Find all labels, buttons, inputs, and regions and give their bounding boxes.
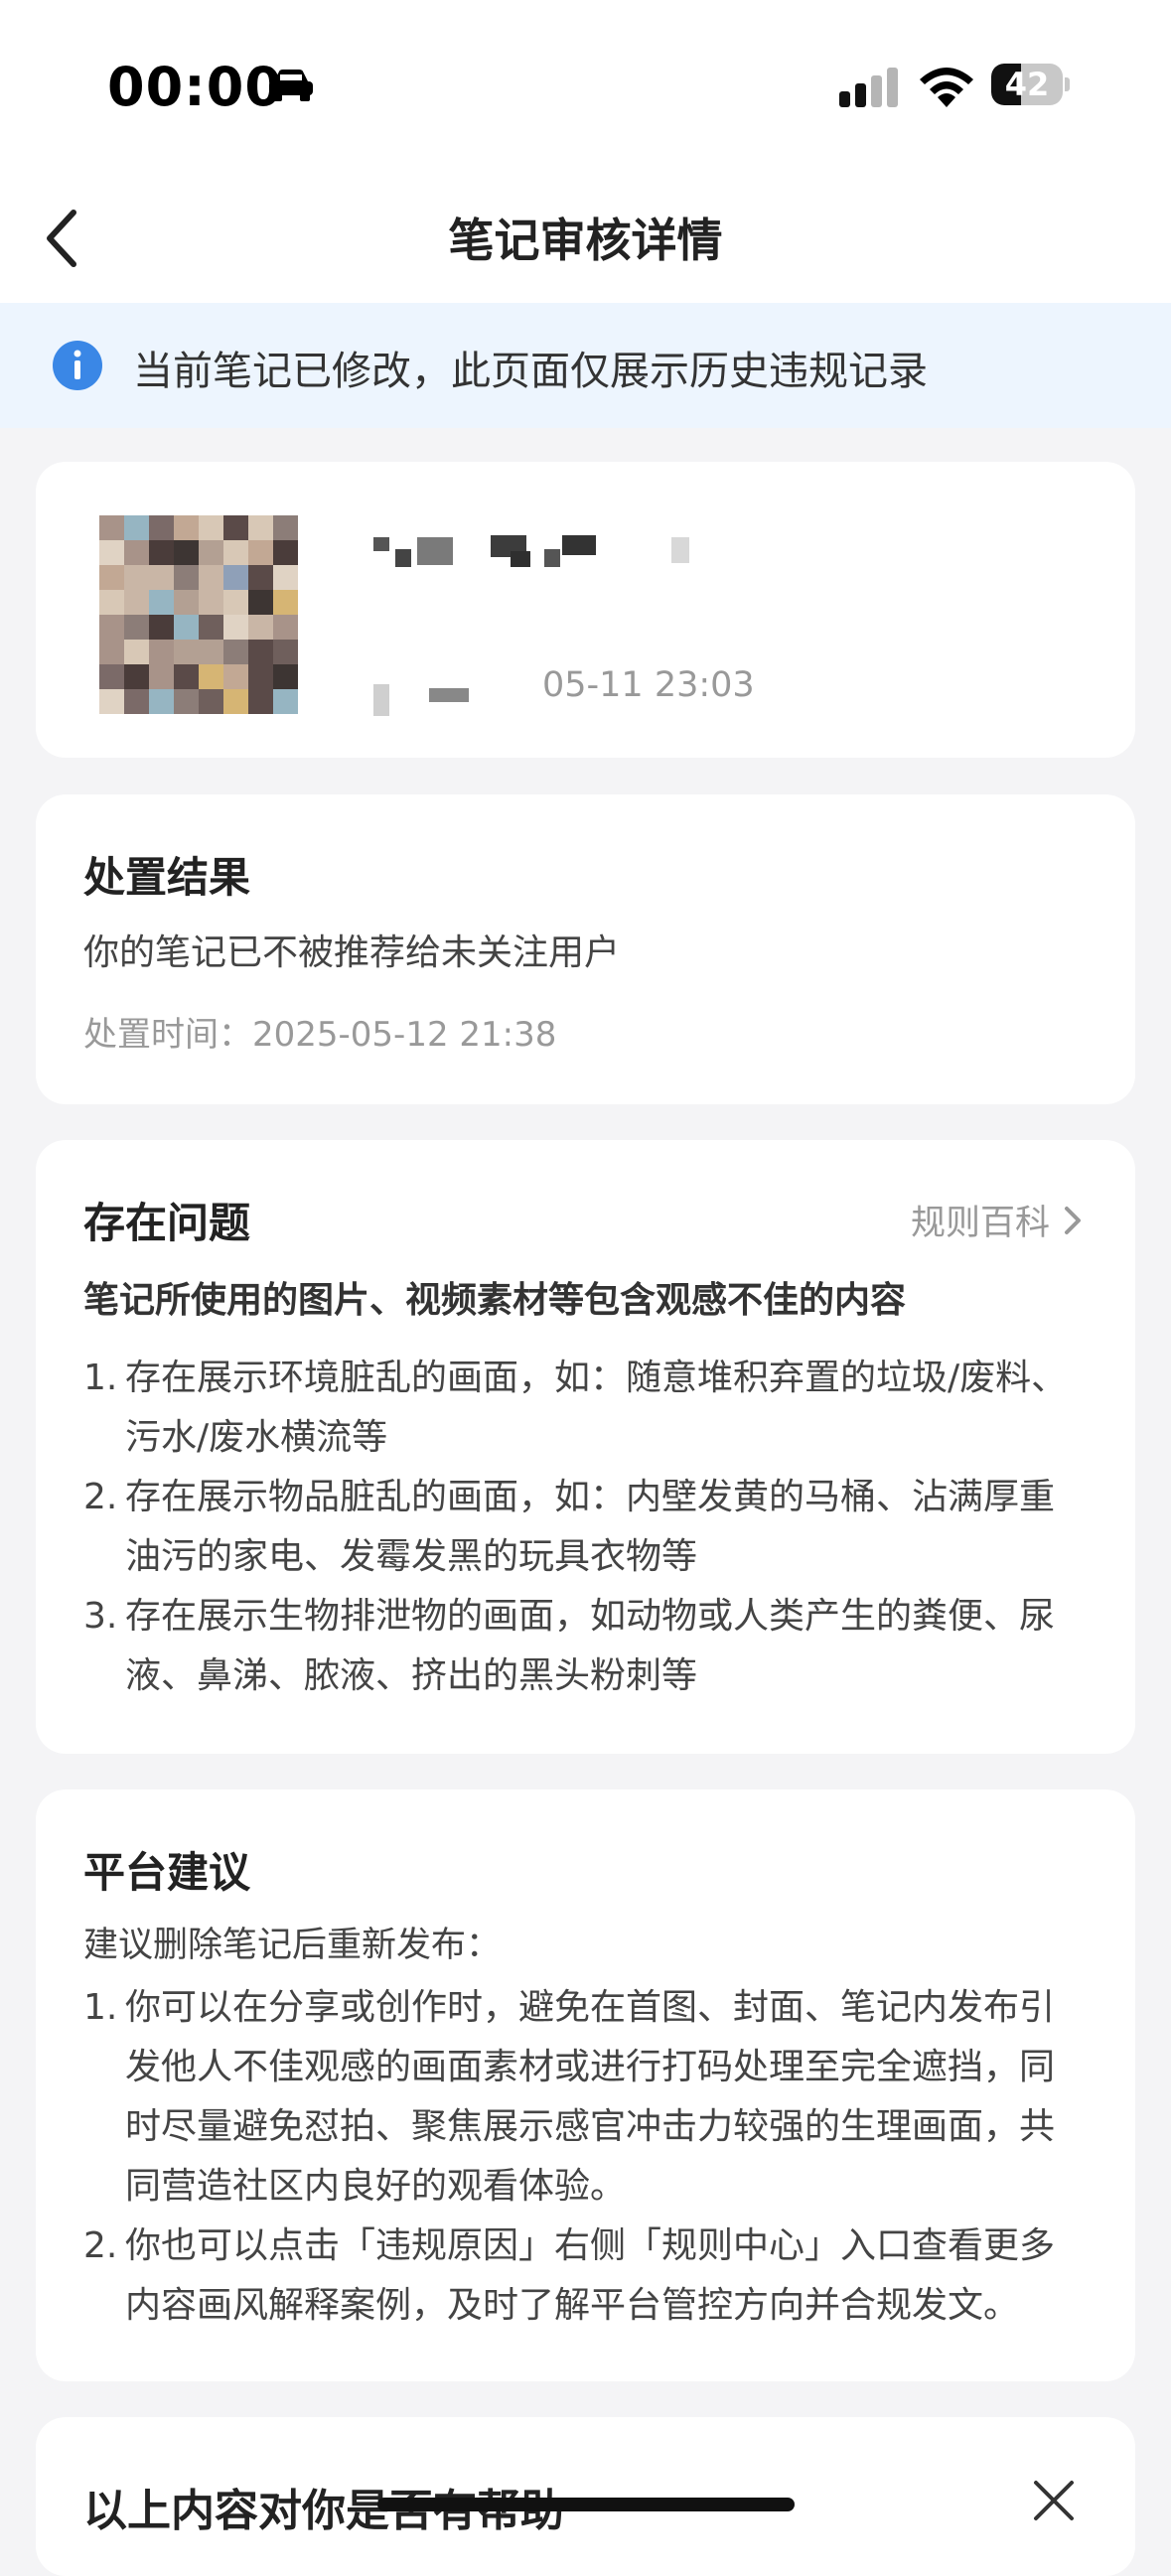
issue-card: 存在问题 规则百科 笔记所使用的图片、视频素材等包含观感不佳的内容 1. 存在展示… (36, 1140, 1135, 1754)
result-text: 你的笔记已不被推荐给未关注用户 (83, 932, 621, 973)
result-time-value: 2025-05-12 21:38 (252, 1015, 557, 1055)
result-title: 处置结果 (83, 853, 251, 902)
chevron-right-icon (1065, 1206, 1081, 1234)
close-button[interactable] (1030, 2477, 1078, 2524)
issue-title: 存在问题 (83, 1199, 251, 1247)
battery-percent: 42 (1004, 66, 1050, 103)
notice-text: 当前笔记已修改，此页面仅展示历史违规记录 (133, 349, 928, 394)
page-title: 笔记审核详情 (448, 214, 723, 267)
advice-card: 平台建议 建议删除笔记后重新发布： 1. 你可以在分享或创作时，避免在首图、封面、… (36, 1789, 1135, 2381)
nav-bar: 笔记审核详情 (0, 169, 1171, 303)
feedback-card: 以上内容对你是否有帮助 (36, 2417, 1135, 2576)
cellular-signal-icon (839, 68, 898, 107)
status-time: 00:00 (107, 56, 283, 118)
result-card: 处置结果 你的笔记已不被推荐给未关注用户 处置时间：2025-05-12 21:… (36, 794, 1135, 1104)
advice-item: 2. 你也可以点击「违规原因」右侧「规则中心」入口查看更多内容画风解释案例，及时了… (83, 2225, 1056, 2326)
advice-title: 平台建议 (83, 1848, 251, 1897)
rules-wiki-label: 规则百科 (910, 1204, 1050, 1243)
issue-item: 1. 存在展示环境脏乱的画面，如：随意堆积弃置的垃圾/废料、污水/废水横流等 (83, 1358, 1068, 1458)
wifi-icon (920, 68, 973, 107)
advice-item: 1. 你可以在分享或创作时，避免在首图、封面、笔记内发布引发他人不佳观感的画面素材… (83, 1987, 1056, 2207)
advice-intro: 建议删除笔记后重新发布： (83, 1926, 502, 1965)
note-thumbnail (99, 515, 298, 714)
issue-item: 2. 存在展示物品脏乱的画面，如：内壁发黄的马桶、沾满厚重油污的家电、发霉发黑的玩… (83, 1477, 1056, 1577)
home-indicator (377, 2498, 795, 2511)
result-time: 处置时间：2025-05-12 21:38 (83, 1007, 556, 1056)
result-time-label: 处置时间： (83, 1015, 252, 1055)
notice-banner: 当前笔记已修改，此页面仅展示历史违规记录 (0, 303, 1171, 428)
advice-list: 1. 你可以在分享或创作时，避免在首图、封面、笔记内发布引发他人不佳观感的画面素材… (83, 1978, 1088, 2336)
issue-list: 1. 存在展示环境脏乱的画面，如：随意堆积弃置的垃圾/废料、污水/废水横流等 2.… (83, 1349, 1088, 1706)
note-time: 05-11 23:03 (542, 665, 755, 705)
close-icon (1034, 2481, 1074, 2520)
info-icon (53, 341, 102, 390)
note-author-redacted (373, 684, 469, 716)
issue-item: 3. 存在展示生物排泄物的画面，如动物或人类产生的粪便、尿液、鼻涕、脓液、挤出的黑… (83, 1596, 1056, 1696)
battery-icon: 42 (991, 64, 1070, 107)
issue-summary: 笔记所使用的图片、视频素材等包含观感不佳的内容 (83, 1280, 907, 1321)
car-icon (269, 70, 313, 101)
status-bar: 00:00 42 (0, 0, 1171, 169)
rules-wiki-link[interactable]: 规则百科 (911, 1195, 1084, 1245)
note-card[interactable]: 05-11 23:03 (36, 462, 1135, 758)
note-title-redacted (373, 535, 689, 567)
